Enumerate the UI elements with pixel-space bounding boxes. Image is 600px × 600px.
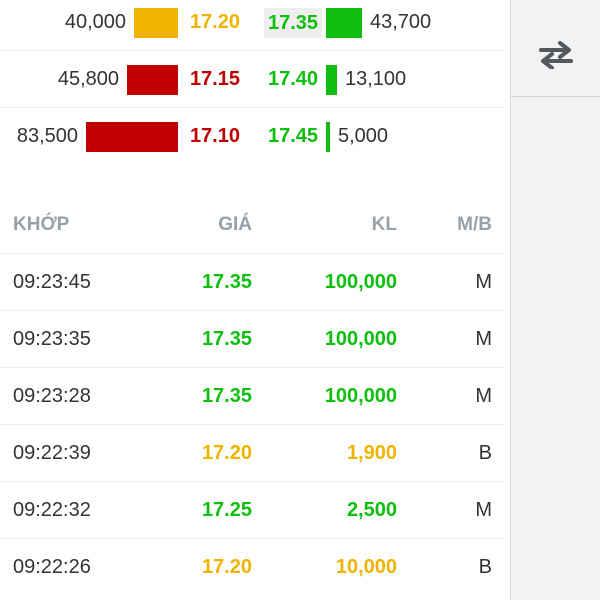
matched-trades-table: KHỚP GIÁ KL M/B 09:23:45 17.35 100,000 M 09:…	[0, 196, 505, 595]
bid-volume: 45,800	[57, 67, 119, 90]
header-time[interactable]: KHỚP	[13, 196, 69, 253]
order-book-row[interactable]: 83,500 17.10 17.45 5,000	[0, 108, 505, 165]
trade-side: M	[475, 327, 492, 350]
swap-arrows-icon	[538, 41, 573, 69]
bid-volume-bar	[134, 8, 178, 38]
bid-volume-bar	[127, 65, 178, 95]
bid-price[interactable]: 17.10	[178, 108, 240, 165]
trade-time: 09:23:45	[13, 270, 91, 293]
trade-side: M	[475, 270, 492, 293]
trade-row[interactable]: 09:22:32 17.25 2,500 M	[0, 481, 505, 538]
ask-volume: 5,000	[338, 125, 389, 147]
trade-price: 17.35	[201, 384, 252, 407]
bid-volume: 83,500	[16, 125, 78, 147]
trade-price: 17.35	[201, 327, 252, 350]
trade-volume: 1,900	[346, 441, 397, 464]
trade-time: 09:22:32	[13, 498, 91, 521]
header-price[interactable]: GIÁ	[218, 196, 252, 253]
trade-price: 17.20	[201, 555, 252, 578]
swap-button[interactable]	[511, 14, 600, 97]
ask-volume-bar	[326, 8, 362, 38]
trade-price: 17.35	[201, 270, 252, 293]
ask-volume-bar	[326, 122, 330, 152]
trade-side: M	[475, 384, 492, 407]
trade-volume: 10,000	[335, 555, 397, 578]
ask-volume: 43,700	[370, 10, 432, 33]
bid-volume: 40,000	[64, 10, 126, 33]
side-panel	[510, 0, 600, 600]
trades-body: 09:23:45 17.35 100,000 M 09:23:35 17.35 100,00…	[0, 253, 505, 595]
trade-volume: 100,000	[324, 327, 397, 350]
bid-price[interactable]: 17.15	[178, 51, 240, 107]
order-book-row[interactable]: 45,800 17.15 17.40 13,100	[0, 51, 505, 108]
trade-row[interactable]: 09:23:35 17.35 100,000 M	[0, 310, 505, 367]
trade-time: 09:22:39	[13, 441, 91, 464]
trade-volume: 100,000	[324, 384, 397, 407]
ask-volume: 13,100	[345, 67, 407, 90]
trade-volume: 2,500	[346, 498, 397, 521]
trade-row[interactable]: 09:23:45 17.35 100,000 M	[0, 253, 505, 310]
ask-price[interactable]: 17.45	[264, 108, 322, 165]
trade-time: 09:22:26	[13, 555, 91, 578]
trade-row[interactable]: 09:23:28 17.35 100,000 M	[0, 367, 505, 424]
header-side[interactable]: M/B	[457, 196, 492, 253]
order-book: 40,000 17.20 17.35 43,700 45,800 17.15 17.40 13…	[0, 0, 510, 168]
order-book-row[interactable]: 40,000 17.20 17.35 43,700	[0, 0, 505, 51]
market-depth-widget: 40,000 17.20 17.35 43,700 45,800 17.15 17.40 13…	[0, 0, 600, 600]
trade-side: M	[475, 498, 492, 521]
trade-volume: 100,000	[324, 270, 397, 293]
trade-time: 09:23:35	[13, 327, 91, 350]
trade-price: 17.20	[201, 441, 252, 464]
ask-volume-bar	[326, 65, 337, 95]
trade-row[interactable]: 09:22:26 17.20 10,000 B	[0, 538, 505, 595]
trades-header-row: KHỚP GIÁ KL M/B	[0, 196, 505, 253]
ask-price[interactable]: 17.35	[264, 8, 322, 38]
bid-volume-bar	[86, 122, 178, 152]
bid-price[interactable]: 17.20	[178, 0, 240, 50]
trade-price: 17.25	[201, 498, 252, 521]
trade-side: B	[478, 441, 492, 464]
ask-price[interactable]: 17.40	[264, 51, 322, 107]
trade-time: 09:23:28	[13, 384, 91, 407]
header-volume[interactable]: KL	[372, 196, 397, 253]
trade-row[interactable]: 09:22:39 17.20 1,900 B	[0, 424, 505, 481]
trade-side: B	[478, 555, 492, 578]
